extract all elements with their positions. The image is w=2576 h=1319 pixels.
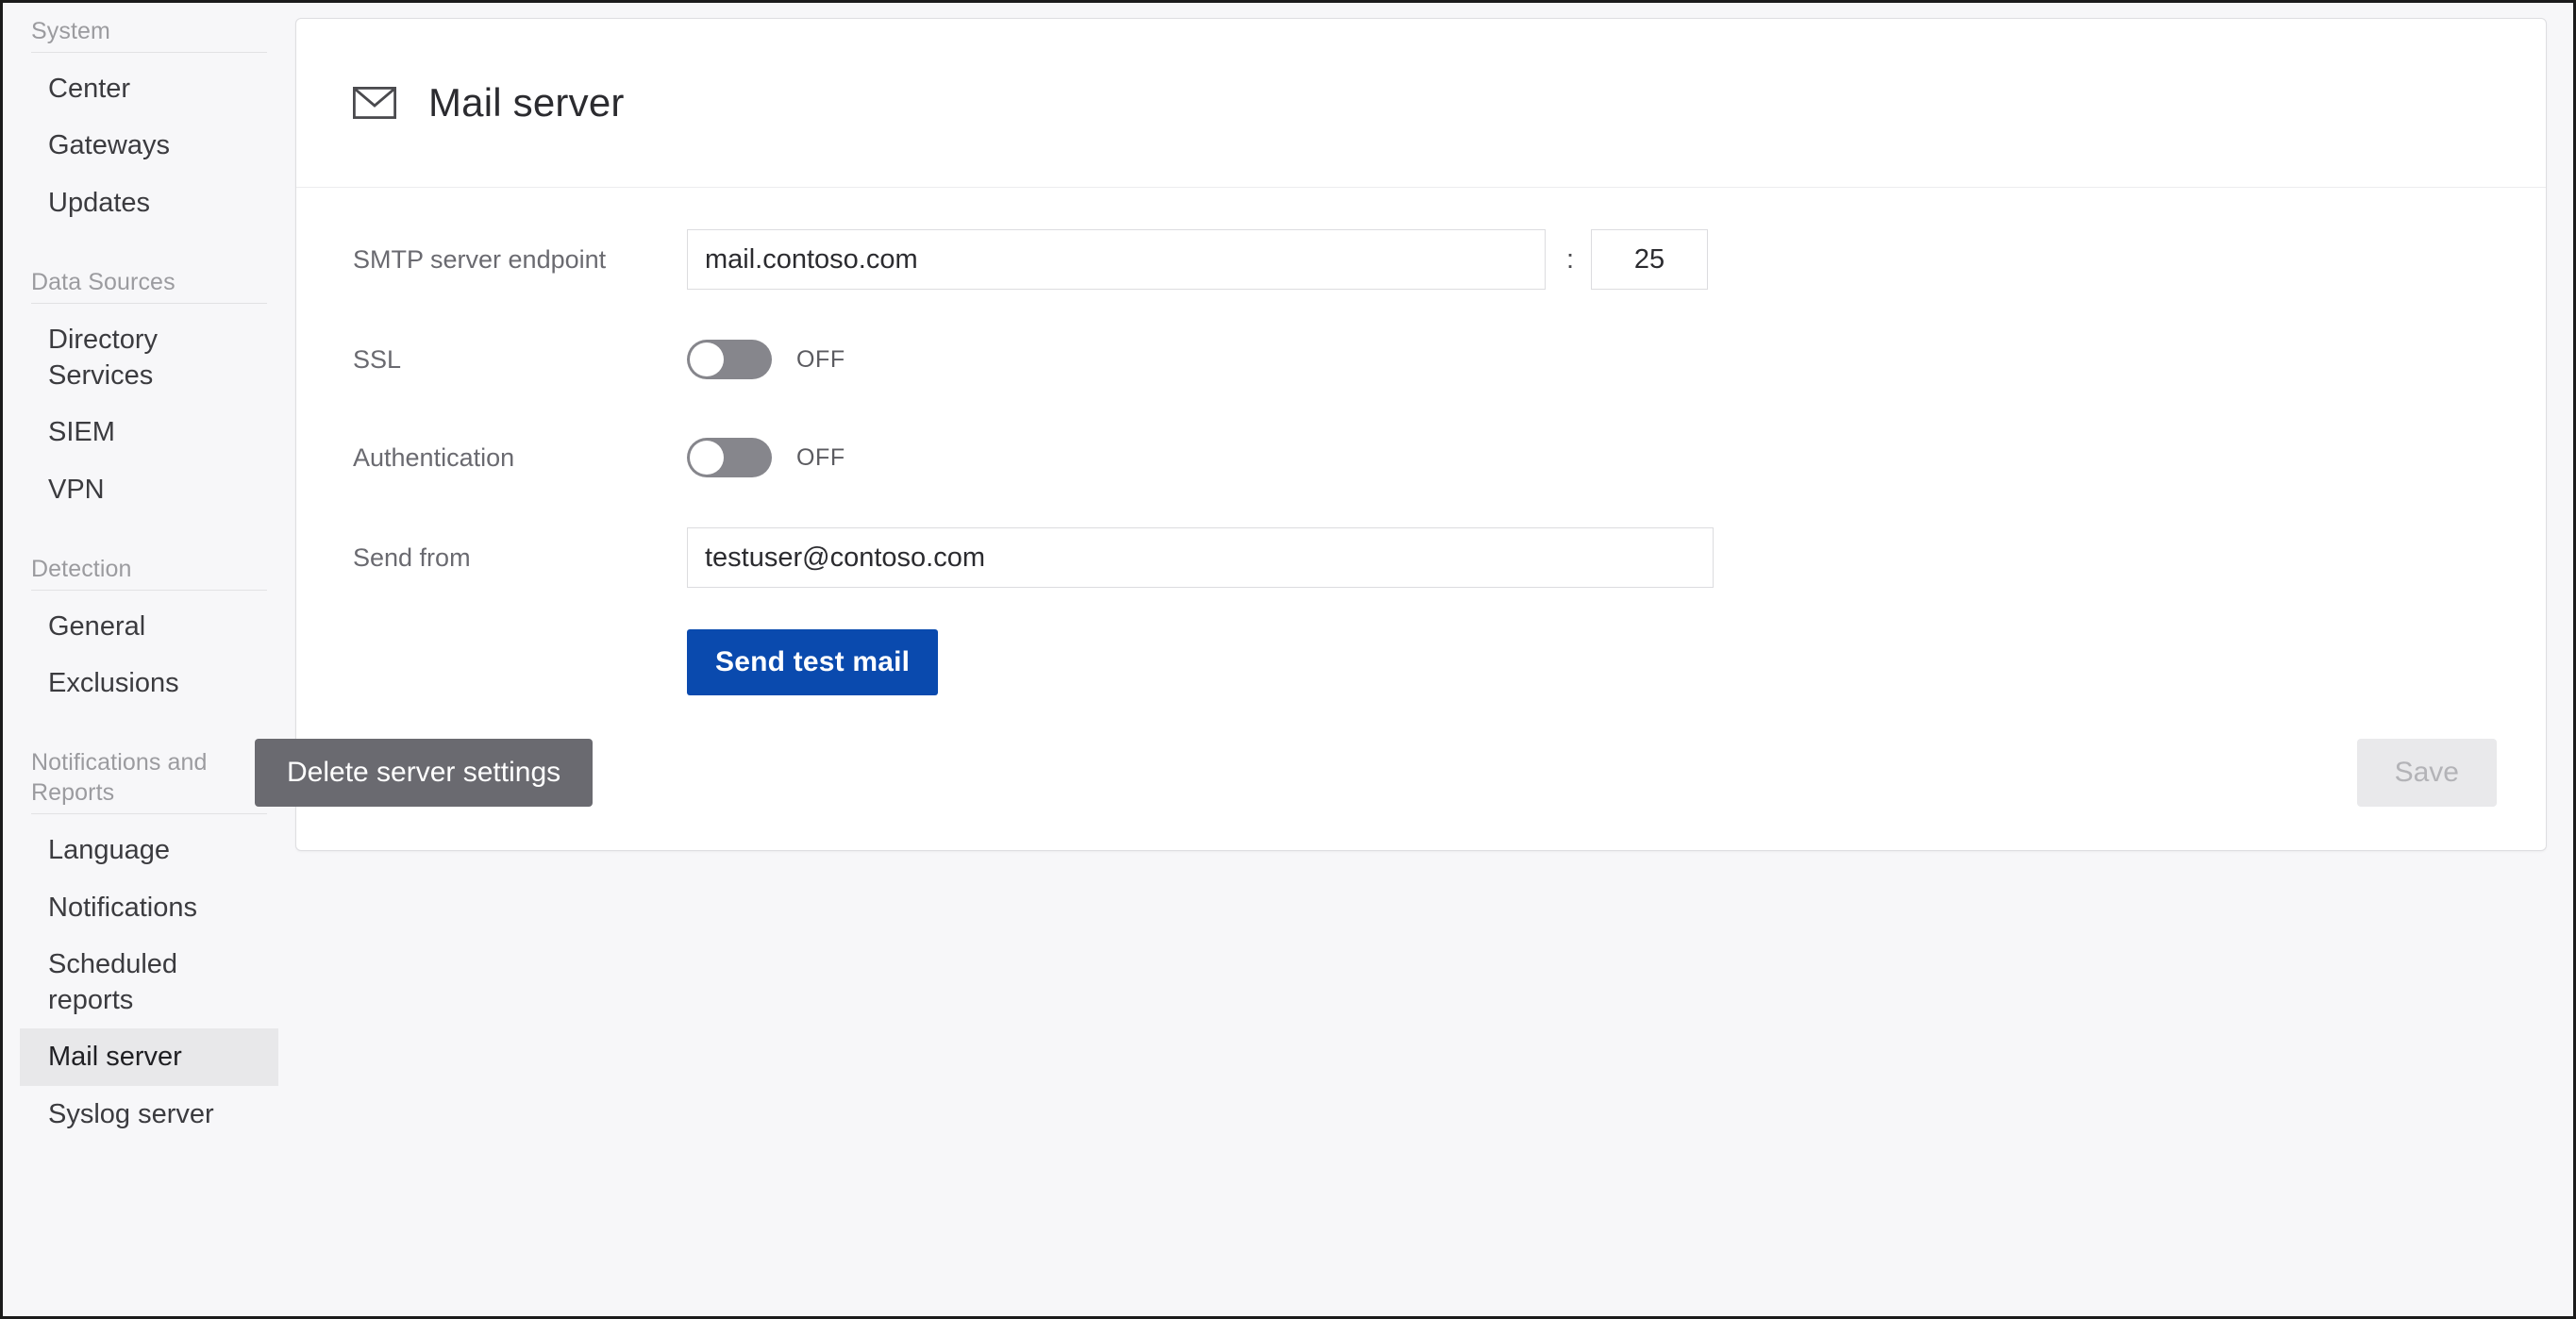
sidebar-item-general[interactable]: General xyxy=(20,598,278,655)
smtp-endpoint-control: : xyxy=(687,229,2546,291)
send-from-label: Send from xyxy=(353,543,471,572)
nav-group-header-data-sources: Data Sources xyxy=(31,268,176,295)
nav-group-divider xyxy=(31,813,267,815)
sidebar-item-vpn[interactable]: VPN xyxy=(20,461,278,518)
sidebar-item-center[interactable]: Center xyxy=(20,60,278,117)
nav-group-header-notifications-and-reports: Notifications and Reports xyxy=(31,749,208,807)
authentication-toggle-state: OFF xyxy=(796,443,845,471)
form-row-ssl: SSL OFF xyxy=(296,331,2546,388)
ssl-toggle[interactable] xyxy=(687,340,772,380)
form-row-send-from: Send from xyxy=(296,527,2546,589)
nav-group-divider xyxy=(31,589,267,591)
nav-group-spacer xyxy=(3,715,295,747)
nav-group-spacer xyxy=(3,522,295,554)
sidebar-item-directory-services[interactable]: Directory Services xyxy=(20,311,278,405)
sidebar-item-exclusions[interactable]: Exclusions xyxy=(20,655,278,711)
nav-group-header-detection: Detection xyxy=(31,555,132,582)
form-row-smtp-endpoint: SMTP server endpoint : xyxy=(296,229,2546,291)
authentication-toggle[interactable] xyxy=(687,438,772,478)
nav-group-spacer xyxy=(3,235,295,267)
nav-group-detection: Detection General Exclusions xyxy=(3,554,295,712)
sidebar-item-notifications[interactable]: Notifications xyxy=(20,879,278,936)
smtp-port-input[interactable] xyxy=(1591,229,1709,291)
authentication-label: Authentication xyxy=(353,442,515,472)
nav-group-system: System Center Gateways Updates xyxy=(3,16,295,231)
sidebar-item-gateways[interactable]: Gateways xyxy=(20,117,278,174)
sidebar-item-syslog-server[interactable]: Syslog server xyxy=(20,1086,278,1143)
send-from-control xyxy=(687,527,2546,589)
app-window: System Center Gateways Updates Data Sour… xyxy=(0,0,2576,1319)
form-row-authentication: Authentication OFF xyxy=(296,429,2546,486)
ssl-label: SSL xyxy=(353,344,402,374)
sidebar-item-mail-server[interactable]: Mail server xyxy=(20,1028,278,1086)
smtp-host-input[interactable] xyxy=(687,229,1546,291)
smtp-endpoint-label: SMTP server endpoint xyxy=(353,244,607,274)
ssl-toggle-state: OFF xyxy=(796,345,845,373)
sidebar-item-siem[interactable]: SIEM xyxy=(20,404,278,460)
host-port-separator: : xyxy=(1566,243,1575,275)
mail-envelope-icon xyxy=(353,87,396,120)
authentication-control: OFF xyxy=(687,438,2546,478)
panel-body: SMTP server endpoint : SSL OFF xyxy=(255,188,2546,850)
nav-group-data-sources: Data Sources Directory Services SIEM VPN xyxy=(3,267,295,518)
nav-group-divider xyxy=(31,52,267,53)
main-content: Mail server SMTP server endpoint : SSL xyxy=(255,3,2573,1316)
save-button[interactable]: Save xyxy=(2356,739,2497,808)
page-title: Mail server xyxy=(428,80,625,125)
sidebar-item-language[interactable]: Language xyxy=(20,822,278,878)
delete-server-settings-button[interactable]: Delete server settings xyxy=(255,739,594,808)
authentication-toggle-knob xyxy=(690,441,724,476)
nav-group-header-system: System xyxy=(31,18,110,44)
row-spacer xyxy=(353,629,687,695)
sidebar-item-updates[interactable]: Updates xyxy=(20,175,278,231)
sidebar-item-scheduled-reports[interactable]: Scheduled reports xyxy=(20,936,278,1029)
mail-server-panel: Mail server SMTP server endpoint : SSL xyxy=(255,18,2547,852)
send-from-input[interactable] xyxy=(687,527,1714,589)
send-test-mail-button[interactable]: Send test mail xyxy=(687,629,939,696)
settings-sidebar: System Center Gateways Updates Data Sour… xyxy=(3,3,295,1316)
panel-footer: Delete server settings Save xyxy=(255,739,2546,850)
panel-header: Mail server xyxy=(296,19,2546,189)
ssl-control: OFF xyxy=(687,340,2546,380)
nav-group-divider xyxy=(31,302,267,304)
nav-group-notifications-and-reports: Notifications and Reports Language Notif… xyxy=(3,747,295,1143)
ssl-toggle-knob xyxy=(690,342,724,377)
send-test-mail-row: Send test mail xyxy=(296,629,2546,696)
